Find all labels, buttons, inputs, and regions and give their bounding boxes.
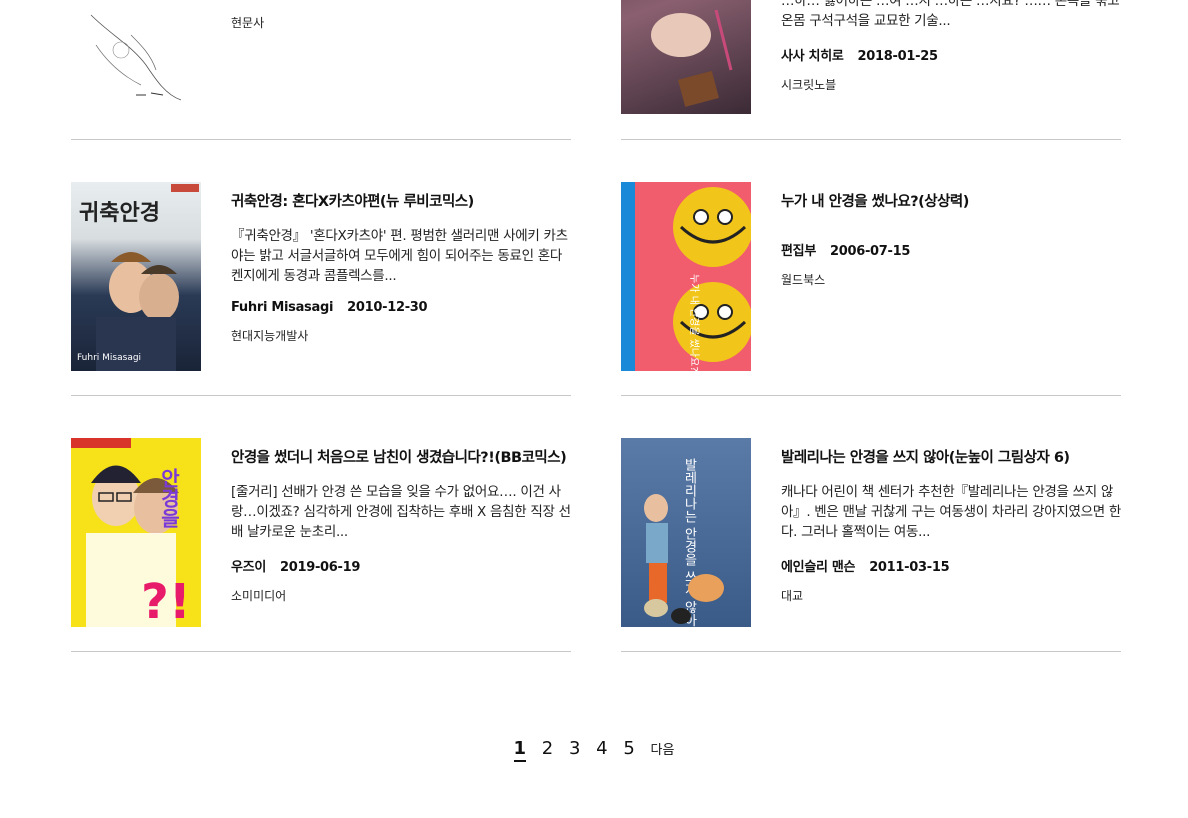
page-link-3[interactable]: 3 [569, 738, 580, 759]
book-date: 2011-03-15 [869, 560, 950, 575]
book-date: 2010-12-30 [347, 300, 428, 315]
divider [621, 395, 1121, 396]
book-author: 사사 치히로 [781, 49, 844, 64]
cover-title-text: 귀축안경 [79, 201, 160, 226]
book-publisher: 현문사 [231, 16, 265, 30]
manga-cover-art: 귀축안경 Fuhri Misasagi [77, 184, 199, 371]
book-item[interactable]: 현문사 [71, 0, 571, 139]
book-cover[interactable]: 발레리나는 안경을 쓰지 않아 [621, 438, 751, 627]
book-description: …하… 싫어하는 …여 …지 …하는 …지요? …… 손목을 묶고 온몸 구석구… [781, 0, 1120, 29]
divider [71, 139, 571, 140]
book-cover[interactable]: 귀축안경 Fuhri Misasagi [71, 182, 201, 371]
book-cover[interactable]: 안경을 ?! [71, 438, 201, 627]
next-page-link[interactable]: 다음 [651, 739, 675, 758]
pagination: 1 2 3 4 5 다음 [0, 738, 1188, 762]
book-item[interactable]: 발레리나는 안경을 쓰지 않아 발레리나는 안경을 쓰지 않아(눈높이 그림상자… [621, 438, 1121, 627]
book-description: 캐나다 어린이 책 센터가 추천한『발레리나는 안경을 쓰지 않아』. 벤은 맨… [781, 484, 1122, 540]
book-title[interactable]: 귀축안경: 혼다X카츠야편(뉴 루비코믹스) [231, 192, 571, 212]
book-description: 『귀축안경』 '혼다X카츠야' 편. 평범한 샐러리맨 사에키 카츠야는 밝고 … [231, 228, 568, 284]
book-meta: 사사 치히로 2018-01-25 [781, 45, 1121, 64]
cover-author-text: Fuhri Misasagi [77, 353, 141, 363]
book-cover[interactable]: 누가 내 안경을 썼나요? [621, 182, 751, 371]
book-meta: Fuhri Misasagi 2010-12-30 [231, 300, 571, 315]
page-link-1[interactable]: 1 [513, 738, 527, 762]
book-author: 편집부 [781, 244, 816, 259]
book-author: Fuhri Misasagi [231, 300, 334, 315]
book-item[interactable]: 누가 내 안경을 썼나요? 누가 내 안경을 썼나요?(상상력) 편집부 2006… [621, 182, 1121, 371]
svg-text:?!: ?! [141, 574, 191, 627]
book-publisher: 대교 [781, 589, 804, 603]
cover-title-text: 안경을 [157, 468, 181, 528]
page-link-5[interactable]: 5 [623, 738, 634, 759]
book-author: 에인슬리 맨슨 [781, 560, 856, 575]
cover-title-text: 누가 내 안경을 썼나요? [688, 274, 701, 371]
cover-title-text: 발레리나는 안경을 쓰지 않아 [682, 458, 697, 627]
book-cover[interactable] [621, 0, 751, 114]
book-item[interactable]: 귀축안경 Fuhri Misasagi 귀축안경: 혼다X카츠야편(뉴 루비코믹… [71, 182, 571, 371]
book-date: 2019-06-19 [279, 560, 361, 575]
book-title[interactable]: 안경을 썼더니 처음으로 남친이 생겼습니다?!(BB코믹스) [231, 448, 571, 468]
book-date: 2006-07-15 [829, 244, 911, 259]
book-item[interactable]: …하… 싫어하는 …여 …지 …하는 …지요? …… 손목을 묶고 온몸 구석구… [621, 0, 1121, 139]
book-meta: 우즈이 2019-06-19 [231, 556, 571, 575]
book-publisher: 월드북스 [781, 273, 826, 287]
romance-cover-art [651, 9, 733, 107]
divider [71, 395, 571, 396]
book-cover[interactable] [71, 0, 201, 114]
bl-manga-cover-art: 안경을 ?! [71, 438, 191, 627]
divider [621, 139, 1121, 140]
book-publisher: 현대지능개발사 [231, 329, 309, 343]
book-author: 우즈이 [231, 560, 266, 575]
book-title[interactable]: 누가 내 안경을 썼나요?(상상력) [781, 192, 1121, 212]
book-publisher: 소미미디어 [231, 589, 287, 603]
book-publisher: 시크릿노블 [781, 78, 837, 92]
book-description: [줄거리] 선배가 안경 쓴 모습을 잊을 수가 없어요…. 이건 사랑…이겠죠… [231, 484, 571, 540]
sketch-cover-art [90, 14, 182, 101]
book-title[interactable]: 발레리나는 안경을 쓰지 않아(눈높이 그림상자 6) [781, 448, 1121, 468]
kids-book-cover-art: 발레리나는 안경을 쓰지 않아 [644, 458, 724, 627]
book-item[interactable]: 안경을 ?! 안경을 썼더니 처음으로 남친이 생겼습니다?!(BB코믹스) [… [71, 438, 571, 627]
book-date: 2018-01-25 [857, 49, 938, 64]
book-meta: 편집부 2006-07-15 [781, 240, 1121, 259]
page-link-2[interactable]: 2 [542, 738, 553, 759]
page-link-4[interactable]: 4 [596, 738, 607, 759]
divider [71, 651, 571, 652]
picture-book-cover-art: 누가 내 안경을 썼나요? [621, 182, 751, 371]
book-meta: 에인슬리 맨슨 2011-03-15 [781, 556, 1121, 575]
divider [621, 651, 1121, 652]
